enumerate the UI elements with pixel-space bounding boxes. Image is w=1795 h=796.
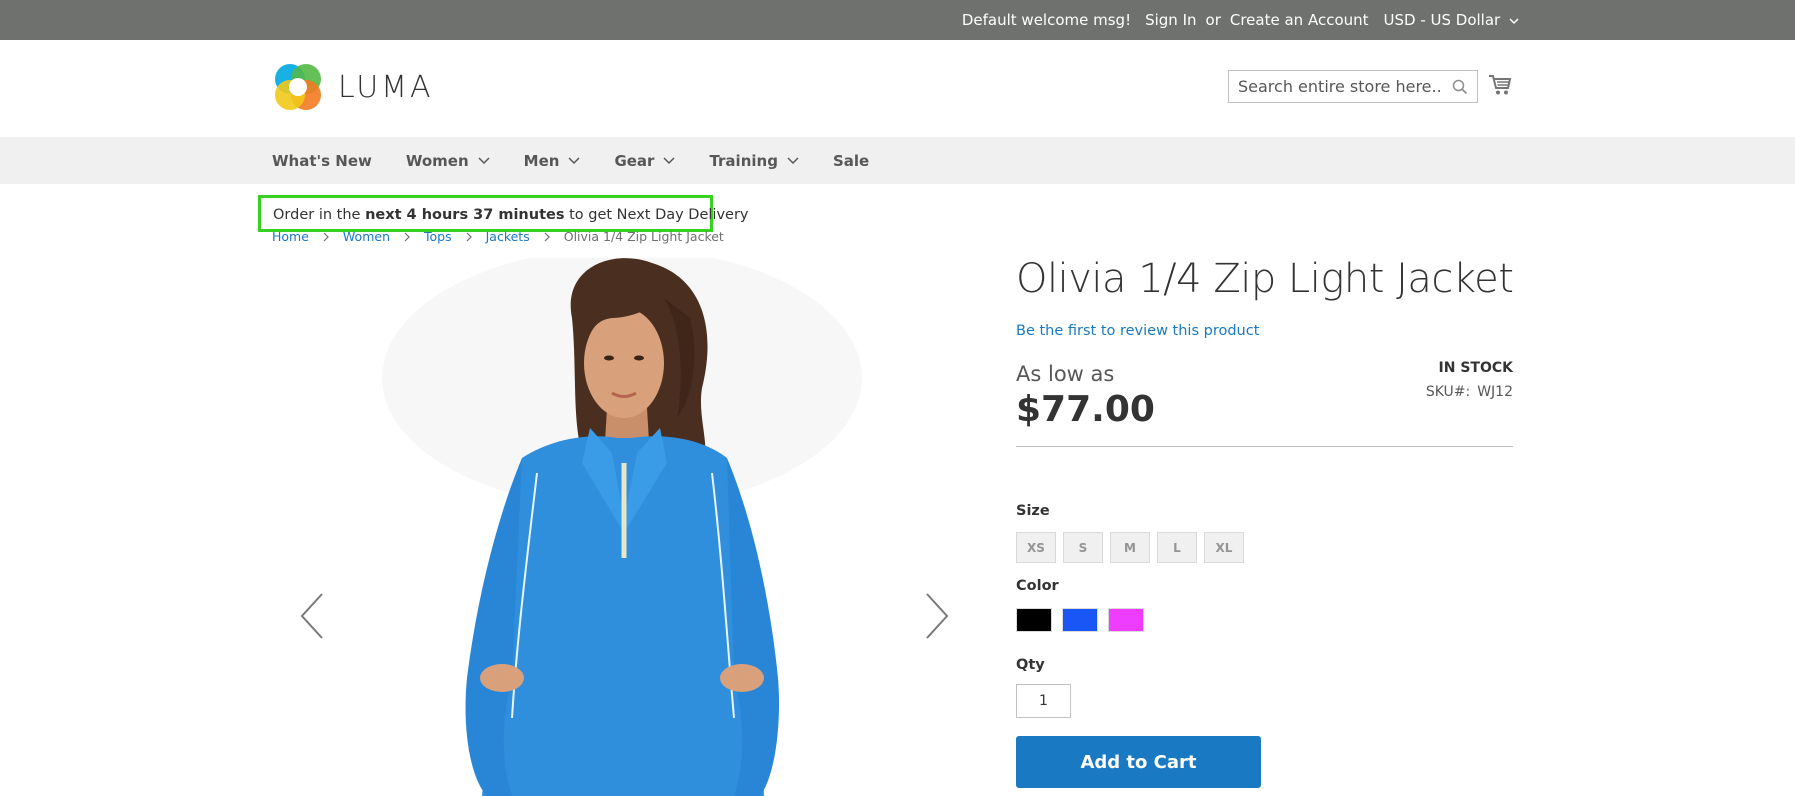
- product-image[interactable]: [272, 258, 972, 796]
- search-icon[interactable]: [1452, 79, 1468, 95]
- nav-item-women[interactable]: Women: [406, 152, 490, 170]
- or-text: or: [1205, 11, 1221, 29]
- luma-logo-icon: [275, 64, 321, 110]
- breadcrumb-jackets[interactable]: Jackets: [486, 229, 530, 244]
- breadcrumb-tops[interactable]: Tops: [424, 229, 452, 244]
- logo[interactable]: LUMA: [272, 61, 434, 113]
- nav-item-label: Training: [709, 151, 778, 170]
- size-option-xs[interactable]: XS: [1016, 532, 1056, 563]
- delivery-countdown: next 4 hours 37 minutes: [365, 207, 565, 223]
- chevron-down-icon: [787, 156, 799, 164]
- nav-item-label: What's New: [272, 151, 372, 170]
- sku-value: WJ12: [1477, 384, 1513, 400]
- breadcrumb-current: Olivia 1/4 Zip Light Jacket: [563, 229, 724, 244]
- sign-in-link[interactable]: Sign In: [1145, 11, 1196, 29]
- logo-text: LUMA: [338, 69, 434, 105]
- delivery-suffix: to get Next Day Delivery: [564, 207, 749, 223]
- chevron-down-icon: [663, 156, 675, 164]
- color-options: [1016, 608, 1154, 632]
- chevron-right-icon: [466, 232, 472, 242]
- qty-input[interactable]: [1016, 684, 1071, 718]
- nav-item-label: Sale: [832, 151, 870, 170]
- delivery-banner: Order in the next 4 hours 37 minutes to …: [258, 195, 749, 232]
- header-links: Default welcome msg! Sign In or Create a…: [962, 0, 1519, 40]
- create-account-link[interactable]: Create an Account: [1230, 11, 1369, 29]
- chevron-down-icon: [478, 156, 490, 164]
- nav-item-label: Women: [405, 151, 469, 170]
- breadcrumb: Home Women Tops Jackets Olivia 1/4 Zip L…: [272, 229, 724, 244]
- divider: [1016, 446, 1513, 447]
- size-label: Size: [1016, 503, 1050, 519]
- size-option-s[interactable]: S: [1063, 532, 1103, 563]
- color-swatch-blue[interactable]: [1062, 608, 1098, 632]
- product-image-gallery: [272, 258, 972, 796]
- search-box: [1228, 70, 1478, 103]
- gallery-next-arrow-icon[interactable]: [925, 593, 949, 639]
- product-price: $77.00: [1016, 389, 1155, 430]
- main-navigation: What's New Women Men Gear Training Sale: [0, 137, 1795, 184]
- color-swatch-purple[interactable]: [1108, 608, 1144, 632]
- chevron-down-icon: [568, 156, 580, 164]
- chevron-right-icon: [544, 232, 550, 242]
- review-link[interactable]: Be the first to review this product: [1016, 323, 1259, 339]
- add-to-cart-button[interactable]: Add to Cart: [1016, 736, 1261, 788]
- nav-item-whats-new[interactable]: What's New: [272, 152, 372, 170]
- size-option-l[interactable]: L: [1157, 532, 1197, 563]
- stock-status: IN STOCK: [1438, 360, 1513, 376]
- top-panel: Default welcome msg! Sign In or Create a…: [0, 0, 1795, 40]
- chevron-down-icon: [1509, 18, 1519, 25]
- size-option-xl[interactable]: XL: [1204, 532, 1244, 563]
- search-input[interactable]: [1238, 77, 1443, 96]
- size-options: XS S M L XL: [1016, 532, 1251, 563]
- breadcrumb-home[interactable]: Home: [272, 229, 309, 244]
- currency-switcher[interactable]: USD - US Dollar: [1384, 11, 1519, 29]
- product-sku: SKU#: WJ12: [1426, 384, 1513, 400]
- size-option-m[interactable]: M: [1110, 532, 1150, 563]
- nav-item-sale[interactable]: Sale: [833, 152, 869, 170]
- color-label: Color: [1016, 578, 1059, 594]
- currency-label: USD - US Dollar: [1383, 11, 1501, 29]
- delivery-prefix: Order in the: [273, 207, 366, 223]
- qty-label: Qty: [1016, 657, 1045, 673]
- price-label: As low as: [1016, 362, 1115, 386]
- nav-item-label: Gear: [614, 151, 655, 170]
- nav-item-men[interactable]: Men: [524, 152, 581, 170]
- welcome-message: Default welcome msg!: [961, 11, 1132, 29]
- color-swatch-black[interactable]: [1016, 608, 1052, 632]
- nav-item-training[interactable]: Training: [709, 151, 799, 170]
- sku-label: SKU#:: [1425, 384, 1471, 400]
- cart-icon[interactable]: [1488, 74, 1512, 96]
- chevron-right-icon: [404, 232, 410, 242]
- gallery-prev-arrow-icon[interactable]: [300, 593, 324, 639]
- chevron-right-icon: [323, 232, 329, 242]
- breadcrumb-women[interactable]: Women: [343, 229, 390, 244]
- nav-item-gear[interactable]: Gear: [614, 152, 675, 170]
- product-title: Olivia 1/4 Zip Light Jacket: [1016, 256, 1514, 302]
- nav-item-label: Men: [523, 151, 560, 170]
